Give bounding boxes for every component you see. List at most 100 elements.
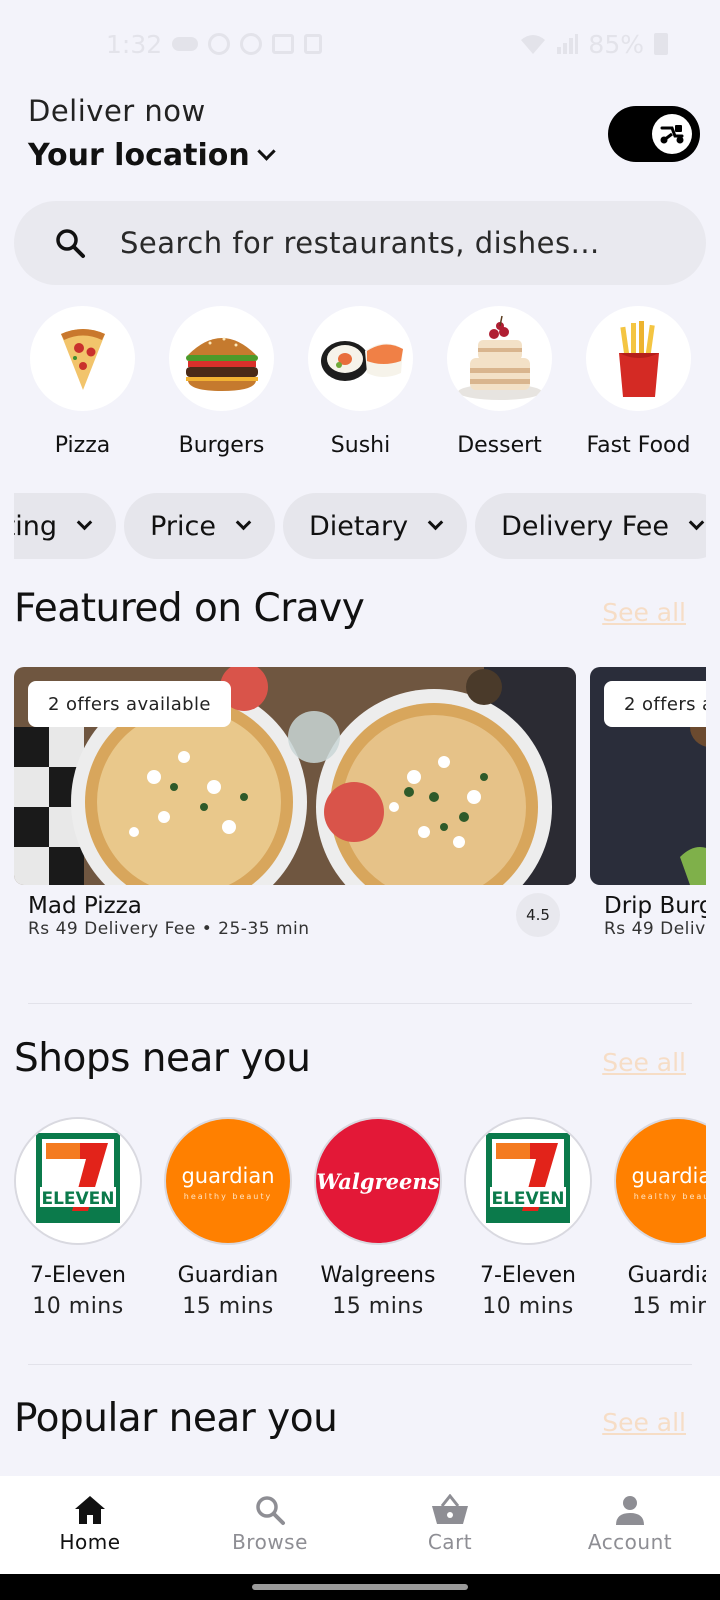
category-dessert[interactable]: Dessert: [447, 306, 552, 458]
filter-dietary[interactable]: Dietary: [282, 493, 468, 559]
restaurant-meta: Rs 49 Delivery Fee • 25-35 min: [28, 919, 310, 939]
deliver-now-label: Deliver now: [28, 94, 206, 128]
shop-walgreens[interactable]: Walgreens Walgreens 15 mins: [314, 1117, 442, 1319]
seven-eleven-logo: ELEVEN: [14, 1117, 142, 1245]
scooter-icon: [660, 125, 684, 144]
shop-name: 7-Eleven: [480, 1263, 576, 1288]
fries-icon: [586, 306, 691, 411]
wifi-icon: [521, 35, 546, 54]
shop-7-eleven[interactable]: ELEVEN 7-Eleven 10 mins: [14, 1117, 142, 1319]
svg-text:ELEVEN: ELEVEN: [41, 1189, 114, 1209]
section-divider: [28, 1364, 692, 1365]
location-label: Your location: [28, 138, 250, 173]
shops-section-title: Shops near you: [14, 1036, 311, 1081]
svg-text:guardian: guardian: [181, 1164, 274, 1188]
filter-track: Rating Price Dietary Delivery Fee: [14, 493, 706, 559]
toggle-knob: [652, 114, 692, 154]
category-label: Pizza: [54, 433, 111, 458]
search-input[interactable]: [120, 226, 680, 260]
offer-badge: 2 offers available: [28, 681, 231, 727]
category-fast-food[interactable]: Fast Food: [586, 306, 691, 458]
popular-section-title: Popular near you: [14, 1396, 338, 1441]
guardian-logo: guardian healthy beauty: [614, 1117, 706, 1245]
shop-7-eleven[interactable]: ELEVEN 7-Eleven 10 mins: [464, 1117, 592, 1319]
location-selector[interactable]: Your location: [28, 138, 276, 173]
category-pizza[interactable]: Pizza: [30, 306, 135, 458]
battery-percent: 85%: [588, 29, 644, 59]
bottom-navigation: Home Browse Cart Account: [0, 1476, 720, 1574]
burger-icon: [169, 306, 274, 411]
category-sushi[interactable]: Sushi: [308, 306, 413, 458]
shop-time: 15 mins: [332, 1294, 424, 1319]
shop-name: Walgreens: [320, 1263, 436, 1288]
nav-browse[interactable]: Browse: [180, 1476, 360, 1574]
signal-icon: [557, 34, 579, 54]
category-burgers[interactable]: Burgers: [169, 306, 274, 458]
featured-see-all-link[interactable]: See all: [602, 598, 686, 627]
shop-name: Guardian: [627, 1263, 706, 1288]
cloud-icon: [172, 37, 199, 51]
sync-icon: [240, 33, 263, 55]
nav-label: Cart: [427, 1530, 473, 1554]
category-list: Pizza Burgers Sushi Dessert Fast Food: [30, 306, 691, 458]
restaurant-meta: Rs 49 Delivery Fee • 20-30 min: [604, 919, 706, 939]
home-icon: [75, 1496, 105, 1524]
restaurant-name: Drip Burgers: [604, 893, 706, 919]
shop-name: 7-Eleven: [30, 1263, 126, 1288]
svg-text:Walgreens: Walgreens: [317, 1169, 440, 1194]
pizza-icon: [30, 306, 135, 411]
nav-label: Account: [587, 1530, 673, 1554]
shops-carousel: ELEVEN 7-Eleven 10 mins guardian healthy…: [14, 1117, 706, 1327]
shop-time: 15 mins: [182, 1294, 274, 1319]
rating-badge: 4.5: [516, 893, 560, 937]
shops-track: ELEVEN 7-Eleven 10 mins guardian healthy…: [14, 1117, 706, 1319]
nav-label: Home: [59, 1530, 121, 1554]
filter-rating[interactable]: Rating: [14, 493, 117, 559]
category-label: Burgers: [178, 433, 265, 458]
battery-icon: [654, 33, 668, 55]
guardian-logo: guardian healthy beauty: [164, 1117, 292, 1245]
category-label: Sushi: [330, 433, 391, 458]
nav-home[interactable]: Home: [0, 1476, 180, 1574]
nav-cart[interactable]: Cart: [360, 1476, 540, 1574]
filter-label: Delivery Fee: [501, 510, 669, 542]
person-icon: [616, 1496, 644, 1525]
delivery-mode-toggle[interactable]: [608, 106, 700, 162]
offer-badge: 2 offers available: [604, 681, 706, 727]
basket-icon: [432, 1494, 468, 1524]
nav-account[interactable]: Account: [540, 1476, 720, 1574]
data-saver-icon: [208, 33, 231, 55]
chevron-down-icon: [688, 514, 705, 530]
shop-name: Guardian: [177, 1263, 279, 1288]
featured-carousel: 2 offers available Mad Pizza Rs 49 Deliv…: [14, 667, 706, 957]
filter-delivery-fee[interactable]: Delivery Fee: [475, 493, 706, 559]
filter-label: Price: [150, 510, 216, 542]
status-left: 1:32: [106, 29, 323, 59]
featured-section-title: Featured on Cravy: [14, 586, 365, 631]
filter-label: Rating: [14, 510, 58, 542]
featured-card-drip-burgers[interactable]: 2 offers available Drip Burgers Rs 49 De…: [590, 667, 706, 939]
svg-text:healthy beauty: healthy beauty: [634, 1192, 706, 1201]
shop-guardian[interactable]: guardian healthy beauty Guardian 15 mins: [614, 1117, 706, 1319]
svg-text:healthy beauty: healthy beauty: [184, 1192, 272, 1201]
search-icon: [256, 1496, 285, 1525]
shops-see-all-link[interactable]: See all: [602, 1048, 686, 1077]
search-bar[interactable]: [14, 201, 706, 285]
status-right: 85%: [520, 30, 668, 59]
shop-guardian[interactable]: guardian healthy beauty Guardian 15 mins: [164, 1117, 292, 1319]
restaurant-image: 2 offers available: [590, 667, 706, 885]
filter-bar: Rating Price Dietary Delivery Fee: [14, 493, 706, 561]
chevron-down-icon: [427, 514, 444, 530]
filter-price[interactable]: Price: [124, 493, 275, 559]
restaurant-name: Mad Pizza: [28, 893, 142, 919]
svg-text:ELEVEN: ELEVEN: [491, 1189, 564, 1209]
nav-label: Browse: [232, 1530, 308, 1554]
restaurant-image: 2 offers available: [14, 667, 576, 885]
status-time: 1:32: [106, 29, 163, 59]
popular-see-all-link[interactable]: See all: [602, 1408, 686, 1437]
lock-icon: [304, 34, 323, 54]
featured-card-mad-pizza[interactable]: 2 offers available Mad Pizza Rs 49 Deliv…: [14, 667, 576, 939]
gesture-handle[interactable]: [252, 1584, 468, 1590]
walgreens-logo: Walgreens: [314, 1117, 442, 1245]
image-icon: [272, 34, 295, 54]
